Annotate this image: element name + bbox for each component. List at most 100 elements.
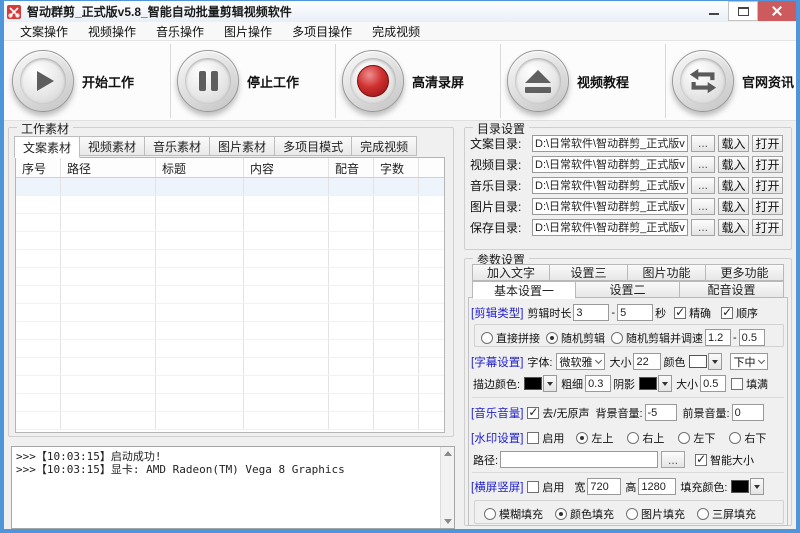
col-dubbing[interactable]: 配音	[329, 158, 374, 177]
load-button[interactable]: 载入	[718, 177, 749, 194]
stop-work-button[interactable]: 停止工作	[177, 41, 299, 121]
copy-directory-input[interactable]	[532, 135, 688, 152]
log-scrollbar[interactable]	[440, 447, 454, 528]
font-size-input[interactable]	[633, 353, 661, 370]
video-directory-input[interactable]	[532, 156, 688, 173]
load-button[interactable]: 载入	[718, 135, 749, 152]
tab-dubbing-settings[interactable]: 配音设置	[680, 281, 784, 298]
color-fill-radio[interactable]: 颜色填充	[555, 506, 614, 522]
start-work-button[interactable]: 开始工作	[12, 41, 134, 121]
materials-table[interactable]: 序号 路径 标题 内容 配音 字数	[15, 157, 445, 433]
speed-max-input[interactable]	[739, 329, 765, 346]
outline-width-input[interactable]	[585, 375, 611, 392]
shadow-size-input[interactable]	[700, 375, 726, 392]
open-button[interactable]: 打开	[752, 177, 783, 194]
bg-volume-input[interactable]	[645, 404, 677, 421]
clip-max-input[interactable]	[617, 304, 653, 321]
official-news-button[interactable]: 官网资讯	[672, 41, 794, 121]
outline-color-picker[interactable]	[524, 375, 557, 392]
browse-button[interactable]: ...	[691, 156, 715, 173]
open-button[interactable]: 打开	[752, 135, 783, 152]
scroll-down-icon[interactable]	[441, 515, 454, 528]
tab-video-materials[interactable]: 视频素材	[80, 136, 145, 156]
triple-screen-fill-radio[interactable]: 三屏填充	[697, 506, 756, 522]
fg-volume-input[interactable]	[732, 404, 764, 421]
menu-item-copy-ops[interactable]: 文案操作	[10, 22, 78, 41]
watermark-topright-radio[interactable]: 右上	[627, 430, 664, 446]
height-input[interactable]	[638, 478, 676, 495]
tab-multiproject-mode[interactable]: 多项目模式	[275, 136, 352, 156]
tab-basic-settings-1[interactable]: 基本设置一	[472, 281, 576, 299]
log-console[interactable]: >>>【10:03:15】启动成功! >>>【10:03:15】显卡: AMD …	[11, 446, 455, 529]
watermark-path-input[interactable]	[500, 451, 658, 468]
load-button[interactable]: 载入	[718, 219, 749, 236]
col-path[interactable]: 路径	[61, 158, 156, 177]
random-clip-radio[interactable]: 随机剪辑	[546, 330, 605, 346]
subtitle-color-picker[interactable]	[689, 353, 722, 370]
tab-settings-2[interactable]: 设置二	[576, 281, 680, 298]
order-checkbox[interactable]: 顺序	[721, 305, 758, 321]
music-directory-input[interactable]	[532, 177, 688, 194]
fill-color-picker[interactable]	[731, 478, 764, 495]
dropdown-arrow-icon[interactable]	[543, 375, 557, 392]
tab-image-functions[interactable]: 图片功能	[628, 264, 706, 281]
watermark-topleft-radio[interactable]: 左上	[576, 430, 613, 446]
save-directory-input[interactable]	[532, 219, 688, 236]
accurate-checkbox[interactable]: 精确	[674, 305, 711, 321]
screen-record-button[interactable]: 高清录屏	[342, 41, 464, 121]
dropdown-arrow-icon[interactable]	[708, 353, 722, 370]
blur-fill-radio[interactable]: 模糊填充	[484, 506, 543, 522]
open-button[interactable]: 打开	[752, 156, 783, 173]
browse-button[interactable]: ...	[691, 135, 715, 152]
mute-original-checkbox[interactable]: 去/无原声	[527, 405, 589, 421]
smart-size-checkbox[interactable]: 智能大小	[695, 452, 754, 468]
maximize-button[interactable]	[728, 1, 758, 21]
image-directory-input[interactable]	[532, 198, 688, 215]
open-button[interactable]: 打开	[752, 198, 783, 215]
menu-item-music-ops[interactable]: 音乐操作	[146, 22, 214, 41]
tab-add-text[interactable]: 加入文字	[472, 264, 550, 281]
speed-min-input[interactable]	[705, 329, 731, 346]
clip-min-input[interactable]	[573, 304, 609, 321]
width-input[interactable]	[587, 478, 621, 495]
tab-music-materials[interactable]: 音乐素材	[145, 136, 210, 156]
random-speed-radio[interactable]: 随机剪辑并调速	[611, 330, 703, 346]
tab-copy-materials[interactable]: 文案素材	[14, 136, 80, 158]
close-button[interactable]	[758, 1, 796, 21]
dropdown-arrow-icon[interactable]	[750, 478, 764, 495]
menu-item-finish-video[interactable]: 完成视频	[362, 22, 430, 41]
minimize-button[interactable]	[700, 1, 728, 21]
load-button[interactable]: 载入	[718, 198, 749, 215]
col-wordcount[interactable]: 字数	[374, 158, 419, 177]
shadow-color-picker[interactable]	[639, 375, 672, 392]
browse-button[interactable]: ...	[691, 198, 715, 215]
tab-more-functions[interactable]: 更多功能	[706, 264, 784, 281]
checkbox-icon	[527, 481, 539, 493]
menu-item-multiproject-ops[interactable]: 多项目操作	[282, 22, 362, 41]
browse-button[interactable]: ...	[691, 177, 715, 194]
image-fill-radio[interactable]: 图片填充	[626, 506, 685, 522]
dropdown-arrow-icon[interactable]	[658, 375, 672, 392]
open-button[interactable]: 打开	[752, 219, 783, 236]
col-index[interactable]: 序号	[16, 158, 61, 177]
scroll-up-icon[interactable]	[441, 447, 454, 460]
watermark-bottomleft-radio[interactable]: 左下	[678, 430, 715, 446]
direct-join-radio[interactable]: 直接拼接	[481, 330, 540, 346]
subtitle-position-select[interactable]: 下中	[730, 353, 768, 370]
col-title[interactable]: 标题	[156, 158, 244, 177]
tab-image-materials[interactable]: 图片素材	[210, 136, 275, 156]
watermark-bottomright-radio[interactable]: 右下	[729, 430, 766, 446]
menu-item-video-ops[interactable]: 视频操作	[78, 22, 146, 41]
menu-item-image-ops[interactable]: 图片操作	[214, 22, 282, 41]
tab-finished-video[interactable]: 完成视频	[352, 136, 417, 156]
video-tutorial-button[interactable]: 视频教程	[507, 41, 629, 121]
screen-enable-checkbox[interactable]: 启用	[527, 479, 564, 495]
font-select[interactable]: 微软雅	[556, 353, 605, 370]
tab-settings-3[interactable]: 设置三	[550, 264, 628, 281]
watermark-enable-checkbox[interactable]: 启用	[527, 430, 564, 446]
browse-button[interactable]: ...	[691, 219, 715, 236]
browse-button[interactable]: ...	[661, 451, 685, 468]
fill-checkbox[interactable]: 填满	[731, 376, 768, 392]
load-button[interactable]: 载入	[718, 156, 749, 173]
col-content[interactable]: 内容	[244, 158, 329, 177]
